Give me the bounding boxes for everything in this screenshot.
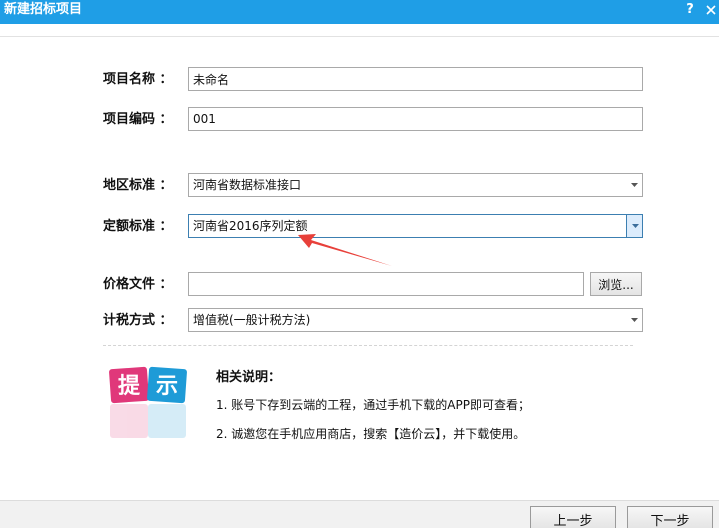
close-icon[interactable] [703, 0, 719, 20]
tax-method-label: 计税方式 ： [103, 313, 173, 328]
price-file-label: 价格文件 ： [103, 277, 173, 292]
chevron-down-icon[interactable] [626, 309, 642, 331]
notes-title: 相关说明： [216, 370, 282, 385]
title-bar: 新建招标项目 ? [0, 0, 719, 24]
window-title: 新建招标项目 [4, 2, 83, 17]
region-standard-select[interactable]: 河南省数据标准接口 [188, 173, 643, 197]
section-divider [103, 345, 633, 346]
hint-icon-char-2: 示 [156, 374, 178, 399]
note-item: 2. 诚邀您在手机应用商店，搜索【造价云】，并下载使用。 [216, 427, 526, 441]
region-standard-value: 河南省数据标准接口 [193, 178, 302, 192]
region-standard-label: 地区标准 ： [103, 178, 173, 193]
quota-standard-value: 河南省2016序列定额 [193, 219, 308, 233]
browse-button[interactable]: 浏览... [590, 272, 642, 296]
project-name-input[interactable] [188, 67, 643, 91]
tax-method-select[interactable]: 增值税(一般计税方法) [188, 308, 643, 332]
hint-icon-char-1: 提 [118, 373, 141, 399]
help-icon[interactable]: ? [683, 0, 697, 20]
chevron-down-icon[interactable] [626, 174, 642, 196]
hint-icon-reflection [110, 404, 186, 438]
quota-standard-label: 定额标准 ： [103, 219, 173, 234]
annotation-arrow-shape [298, 234, 392, 266]
header-divider [0, 36, 719, 37]
prev-step-button[interactable]: 上一步 [530, 506, 616, 528]
note-item: 1. 账号下存到云端的工程，通过手机下载的APP即可查看； [216, 398, 530, 412]
tax-method-value: 增值税(一般计税方法) [193, 313, 311, 327]
chevron-down-icon[interactable] [626, 215, 642, 237]
project-name-label: 项目名称 ： [103, 72, 173, 87]
quota-standard-select[interactable]: 河南省2016序列定额 [188, 214, 643, 238]
project-code-label: 项目编码 ： [103, 112, 173, 127]
hint-icon: 提 示 [109, 366, 187, 438]
next-step-button[interactable]: 下一步 [627, 506, 713, 528]
project-code-input[interactable] [188, 107, 643, 131]
price-file-input[interactable] [188, 272, 584, 296]
